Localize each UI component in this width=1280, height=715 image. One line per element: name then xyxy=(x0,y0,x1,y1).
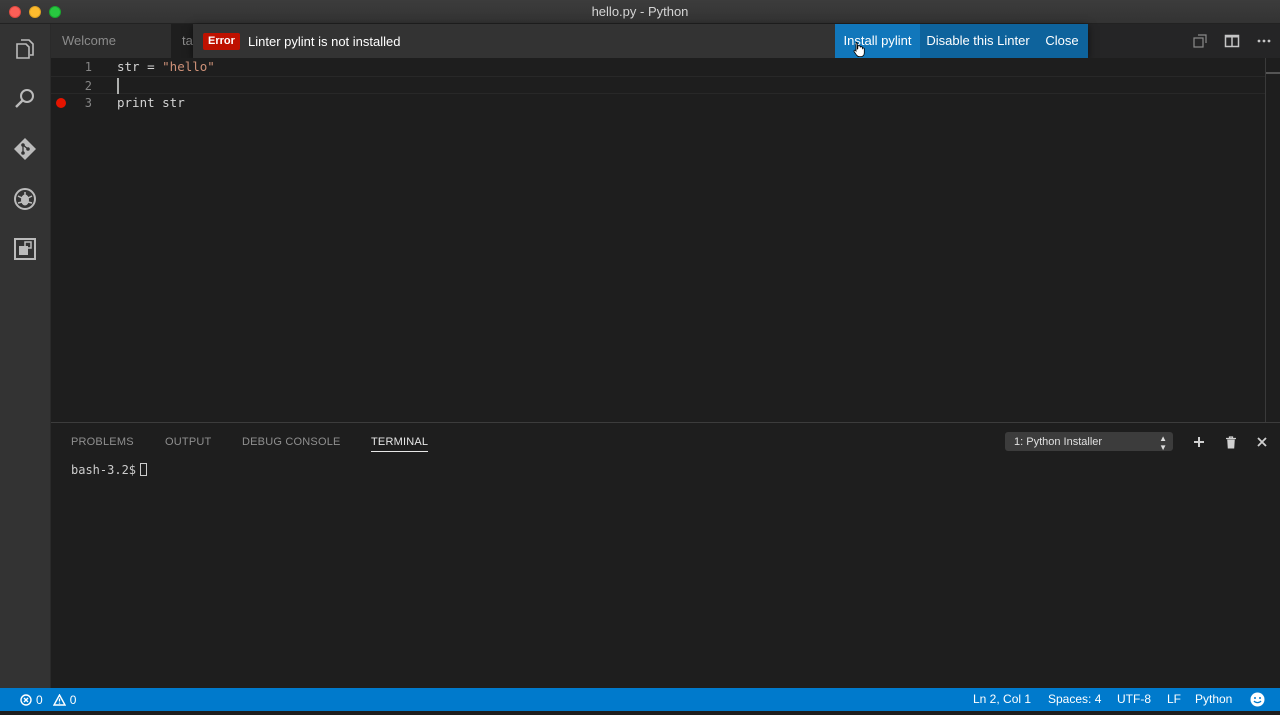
tab-label: ta xyxy=(182,33,193,48)
code-text: print str xyxy=(117,95,185,110)
scrollbar-marker xyxy=(1266,72,1280,74)
line-number: 1 xyxy=(84,60,92,74)
status-bar: 0 0 Ln 2, Col 1 Spaces: 4 UTF-8 LF Pytho… xyxy=(0,688,1280,711)
search-icon[interactable] xyxy=(0,74,50,124)
terminal-output[interactable]: bash-3.2$ xyxy=(71,463,148,477)
terminal-cursor xyxy=(140,463,148,476)
tab-terminal[interactable]: TERMINAL xyxy=(371,435,429,452)
source-control-icon[interactable] xyxy=(0,124,50,174)
window-title: hello.py - Python xyxy=(591,4,689,19)
notification-message: Linter pylint is not installed xyxy=(248,34,401,49)
error-badge: Error xyxy=(203,33,240,50)
tab-label: Welcome xyxy=(62,33,116,48)
new-terminal-icon[interactable] xyxy=(1190,433,1208,451)
language-mode[interactable]: Python xyxy=(1195,688,1232,711)
encoding[interactable]: UTF-8 xyxy=(1117,688,1151,711)
editor-scrollbar[interactable] xyxy=(1265,58,1280,422)
title-bar: hello.py - Python xyxy=(0,0,1280,24)
select-arrows-icon: ▲ ▼ xyxy=(1159,434,1167,452)
cursor-position[interactable]: Ln 2, Col 1 xyxy=(973,688,1031,711)
close-notification-button[interactable]: Close xyxy=(1036,24,1088,58)
more-actions-icon[interactable] xyxy=(1248,33,1280,49)
error-icon xyxy=(20,693,32,706)
code-text: str = "hello" xyxy=(117,59,215,74)
install-pylint-button[interactable]: Install pylint xyxy=(835,24,920,58)
terminal-selector-value: 1: Python Installer xyxy=(1014,436,1103,448)
text-cursor xyxy=(117,78,119,94)
tab-problems[interactable]: PROBLEMS xyxy=(71,435,134,455)
extensions-icon[interactable] xyxy=(0,224,50,274)
tab-welcome[interactable]: Welcome xyxy=(51,24,172,58)
code-line: 3 print str xyxy=(51,94,1266,112)
disable-linter-button[interactable]: Disable this Linter xyxy=(920,24,1036,58)
linter-notification: Error Linter pylint is not installed Ins… xyxy=(193,24,1088,58)
tab-output[interactable]: OUTPUT xyxy=(165,435,211,455)
editor-actions xyxy=(1184,24,1280,58)
trash-icon[interactable] xyxy=(1222,433,1240,451)
line-number: 3 xyxy=(84,96,92,110)
feedback-smiley-icon[interactable] xyxy=(1250,692,1265,707)
error-count: 0 xyxy=(36,692,43,707)
activity-bar xyxy=(0,24,51,688)
terminal-prompt: bash-3.2$ xyxy=(71,463,137,477)
tab-debug-console[interactable]: DEBUG CONSOLE xyxy=(242,435,341,455)
explorer-icon[interactable] xyxy=(0,24,50,74)
code-line: 1 str = "hello" xyxy=(51,58,1266,76)
problems-summary[interactable]: 0 0 xyxy=(20,688,76,711)
debug-icon[interactable] xyxy=(0,174,50,224)
hand-cursor-icon xyxy=(853,42,865,57)
split-editor-icon[interactable] xyxy=(1216,33,1248,49)
close-panel-icon[interactable] xyxy=(1253,433,1271,451)
indentation[interactable]: Spaces: 4 xyxy=(1048,688,1101,711)
code-line-current: 2 xyxy=(51,76,1266,94)
warning-icon xyxy=(52,693,66,706)
end-of-line[interactable]: LF xyxy=(1167,688,1181,711)
bottom-panel: PROBLEMS OUTPUT DEBUG CONSOLE TERMINAL 1… xyxy=(51,422,1280,689)
warning-count: 0 xyxy=(69,692,77,707)
line-number: 2 xyxy=(84,79,92,93)
code-editor[interactable]: 1 str = "hello" 2 3 print str xyxy=(51,58,1280,422)
open-changes-icon[interactable] xyxy=(1184,33,1216,49)
terminal-selector[interactable]: 1: Python Installer ▲ ▼ xyxy=(1005,432,1173,452)
